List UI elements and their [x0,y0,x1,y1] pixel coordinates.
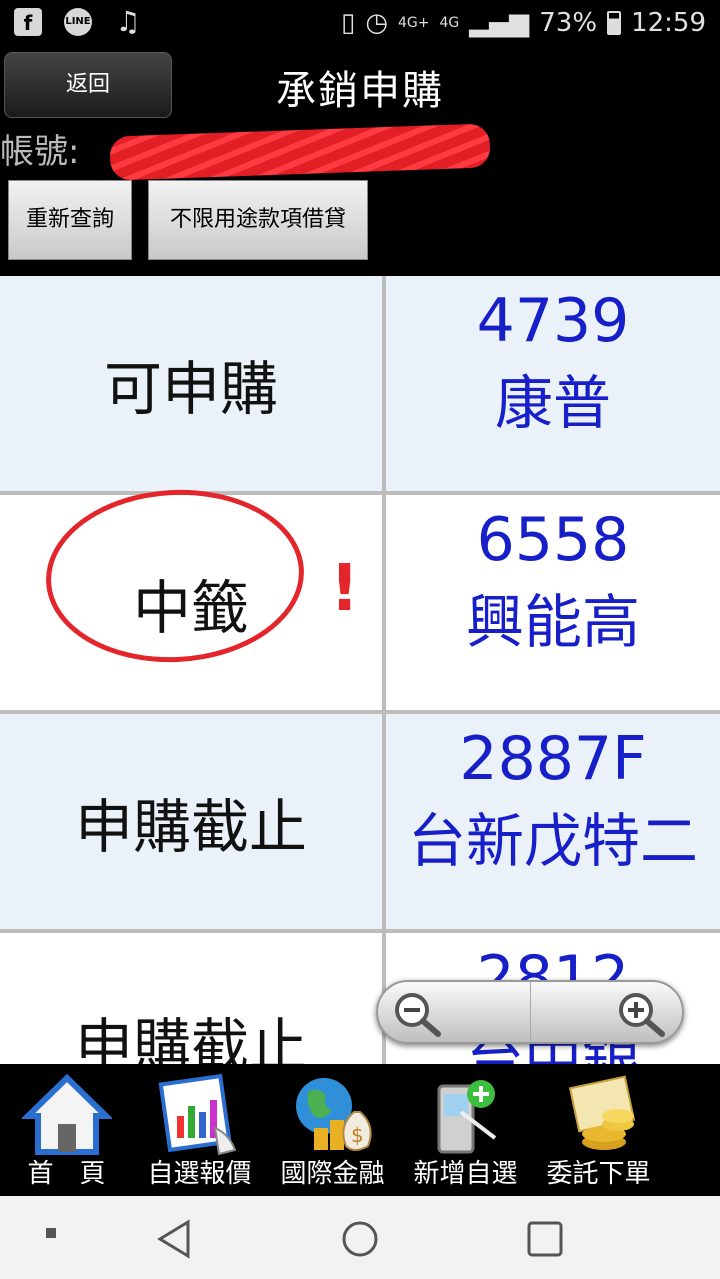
tab-watchlist-quotes[interactable]: 自選報價 [133,1064,266,1196]
battery-icon [607,11,622,35]
network-type: 4G+ [398,15,430,31]
annotation-exclamation: ! [330,552,360,626]
clock: 12:59 [631,8,706,38]
stock-name: 興能高 [465,588,640,656]
tab-place-order[interactable]: 委託下單 [532,1064,665,1196]
zoom-out-icon [395,993,441,1037]
tab-international-finance[interactable]: $ 國際金融 [266,1064,399,1196]
globe-money-icon: $ [296,1078,372,1151]
stock-code: 6558 [476,505,630,575]
account-label: 帳號: [0,132,80,172]
row-status: 可申購 [0,276,382,491]
phone-add-icon [437,1080,497,1154]
table-row[interactable]: 申購截止 2887F 台新戊特二 [0,714,720,929]
system-nav-bar [0,1196,720,1279]
facebook-icon: f [14,8,42,36]
app-header: 返回 承銷申購 帳號: 重新查詢 不限用途款項借貸 [0,50,720,276]
status-bar: f LINE ♫ ▯ ◷ 4G+ 4G ▂▄▆ 73% 12:59 [0,0,720,50]
overview-square-icon[interactable] [520,1214,570,1264]
tab-label: 委託下單 [546,1159,651,1189]
tab-home[interactable]: 首 頁 [0,1064,133,1196]
signal-type: 4G [439,15,460,31]
stock-code: 4739 [476,286,630,356]
zoom-out-button[interactable] [378,982,530,1042]
music-note-icon: ♫ [115,5,141,38]
zoom-control [376,980,684,1044]
tab-label: 國際金融 [280,1159,385,1189]
stock-name: 台新戊特二 [407,807,698,875]
tab-label: 新增自選 [413,1159,518,1189]
svg-text:$: $ [351,1123,364,1147]
row-status: 申購截止 [0,933,382,1064]
bottom-tab-bar: 首 頁 自選報價 $ 國際金融 新增自選 委託下單 [0,1064,720,1196]
row-stock[interactable]: 6558 興能高 [386,495,720,710]
table-row[interactable]: 可申購 4739 康普 [0,276,720,491]
signal-icon: ▂▄▆ [469,8,530,38]
tab-add-watchlist[interactable]: 新增自選 [399,1064,532,1196]
tab-label: 首 頁 [27,1159,106,1189]
home-circle-icon[interactable] [335,1214,385,1264]
redaction-scribble [109,123,491,181]
alarm-icon: ◷ [365,8,388,38]
zoom-in-button[interactable] [530,982,682,1042]
subscription-list[interactable]: 可申購 4739 康普 中籤 6558 興能高 申購截止 2887F 台新戊特二… [0,276,720,1064]
page-title: 承銷申購 [276,68,444,114]
zoom-in-icon [619,993,665,1037]
recent-dot-icon[interactable] [32,1214,82,1264]
stock-name: 康普 [494,369,611,437]
back-triangle-icon[interactable] [152,1214,202,1264]
vibrate-icon: ▯ [341,8,356,38]
back-button[interactable]: 返回 [4,52,172,118]
loan-button[interactable]: 不限用途款項借貸 [148,180,368,260]
tab-label: 自選報價 [147,1159,252,1189]
home-icon [22,1073,112,1155]
line-app-icon: LINE [64,8,92,36]
row-status: 申購截止 [0,714,382,929]
chart-report-icon [158,1073,237,1156]
stock-code: 2887F [459,724,647,794]
battery-percent: 73% [539,8,598,38]
row-stock[interactable]: 4739 康普 [386,276,720,491]
row-stock[interactable]: 2887F 台新戊特二 [386,714,720,929]
coins-document-icon [568,1075,636,1150]
requery-button[interactable]: 重新查詢 [8,180,132,260]
